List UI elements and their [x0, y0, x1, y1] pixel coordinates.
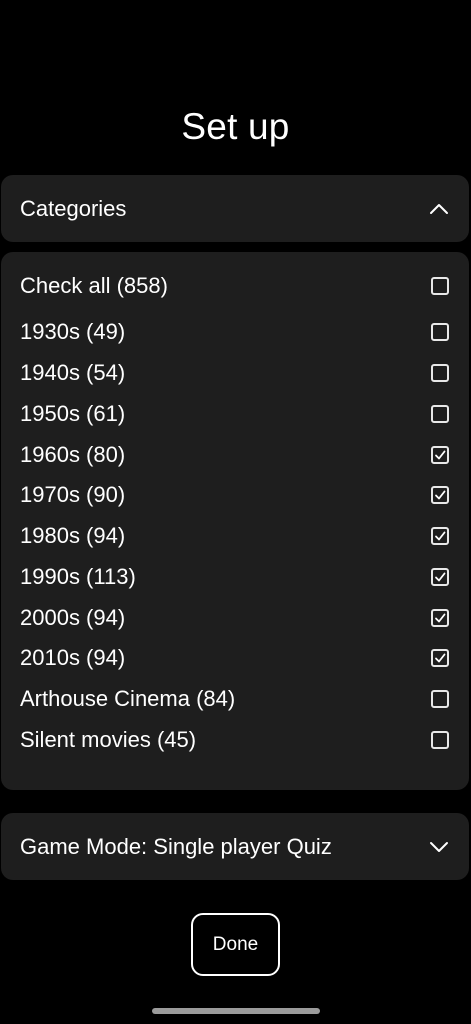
- category-label: 2000s (94): [20, 605, 126, 630]
- category-row[interactable]: Silent movies (45): [1, 720, 469, 760]
- category-label: Check all (858): [20, 273, 168, 298]
- checkbox-checked[interactable]: [431, 568, 449, 586]
- category-row[interactable]: 1930s (49): [1, 312, 469, 352]
- category-label: 1970s (90): [20, 482, 126, 507]
- game-mode-label: Game Mode: Single player Quiz: [20, 833, 332, 859]
- checkmark-icon: [435, 490, 446, 500]
- category-row[interactable]: 2000s (94): [1, 598, 469, 638]
- category-row[interactable]: 1980s (94): [1, 516, 469, 556]
- category-row[interactable]: 1960s (80): [1, 435, 469, 475]
- page-title: Set up: [181, 106, 290, 147]
- categories-label: Categories: [20, 195, 127, 221]
- category-label: Silent movies (45): [20, 727, 197, 752]
- category-label: 1980s (94): [20, 523, 126, 548]
- checkbox[interactable]: [431, 323, 449, 341]
- game-mode-accordion-header[interactable]: Game Mode: Single player Quiz: [1, 813, 469, 880]
- categories-accordion-header[interactable]: Categories: [1, 175, 469, 242]
- checkbox[interactable]: [431, 364, 449, 382]
- checkbox-checked[interactable]: [431, 486, 449, 504]
- categories-list: Check all (858) 1930s (49) 1940s (54) 19…: [1, 252, 469, 790]
- category-row[interactable]: 1950s (61): [1, 394, 469, 434]
- done-button[interactable]: Done: [191, 913, 280, 976]
- category-label: 1960s (80): [20, 442, 126, 467]
- checkmark-icon: [435, 531, 446, 541]
- checkbox[interactable]: [431, 731, 449, 749]
- chevron-up-icon[interactable]: [428, 198, 450, 220]
- category-row[interactable]: 2010s (94): [1, 638, 469, 678]
- category-label: 1940s (54): [20, 360, 126, 385]
- checkbox-checked[interactable]: [431, 609, 449, 627]
- checkmark-icon: [435, 572, 446, 582]
- checkbox-checked[interactable]: [431, 527, 449, 545]
- checkbox-checked[interactable]: [431, 649, 449, 667]
- checkbox[interactable]: [431, 277, 449, 295]
- checkmark-icon: [435, 653, 446, 663]
- category-row[interactable]: Arthouse Cinema (84): [1, 679, 469, 719]
- category-row[interactable]: 1990s (113): [1, 557, 469, 597]
- category-row[interactable]: 1940s (54): [1, 353, 469, 393]
- setup-screen: Set up Categories Check all (858) 1930s …: [0, 0, 471, 1024]
- category-label: Arthouse Cinema (84): [20, 686, 236, 711]
- category-label: 1950s (61): [20, 401, 126, 426]
- chevron-down-icon[interactable]: [428, 836, 450, 858]
- home-indicator[interactable]: [152, 1008, 320, 1014]
- category-row[interactable]: 1970s (90): [1, 475, 469, 515]
- checkbox[interactable]: [431, 690, 449, 708]
- checkmark-icon: [435, 613, 446, 623]
- checkmark-icon: [435, 450, 446, 460]
- category-row-check-all[interactable]: Check all (858): [1, 266, 469, 306]
- category-label: 2010s (94): [20, 645, 126, 670]
- checkbox[interactable]: [431, 405, 449, 423]
- checkbox-checked[interactable]: [431, 446, 449, 464]
- category-label: 1930s (49): [20, 319, 126, 344]
- category-label: 1990s (113): [20, 564, 136, 589]
